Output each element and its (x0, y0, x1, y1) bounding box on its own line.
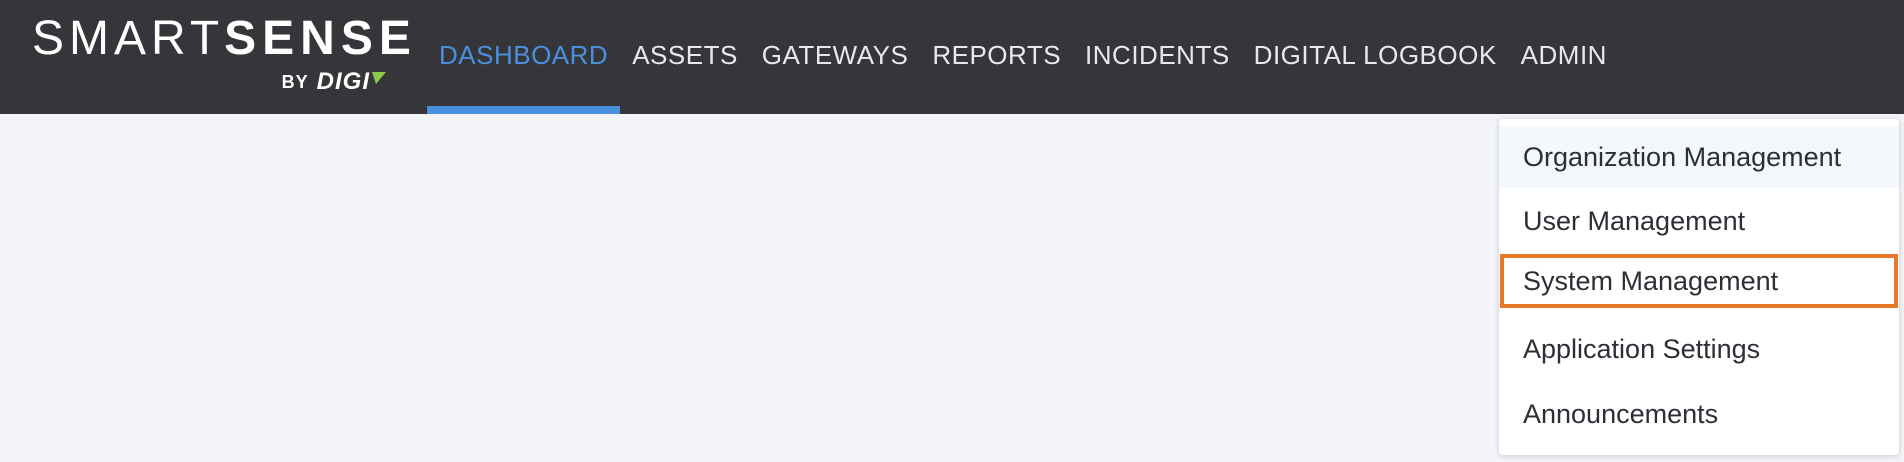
nav-digital-logbook-label: DIGITAL LOGBOOK (1253, 40, 1497, 70)
nav-gateways-label: GATEWAYS (761, 40, 909, 70)
main-nav: DASHBOARD ASSETS GATEWAYS REPORTS INCIDE… (427, 0, 1619, 114)
logo-by-digi: BY DIGI (282, 68, 386, 96)
menu-item-announcements[interactable]: Announcements (1499, 383, 1899, 445)
logo-by-text: BY (281, 71, 309, 92)
menu-item-application-settings[interactable]: Application Settings (1499, 318, 1899, 380)
menu-item-user-management[interactable]: User Management (1499, 190, 1899, 252)
menu-item-organization-management[interactable]: Organization Management (1499, 126, 1899, 188)
nav-assets[interactable]: ASSETS (620, 0, 750, 114)
smartsense-logo[interactable]: SMARTSENSE BY DIGI (32, 14, 411, 96)
admin-dropdown-menu: Organization Management User Management … (1499, 119, 1899, 455)
logo-wordmark: SMARTSENSE (32, 14, 417, 64)
logo-digi-text: DIGI (316, 68, 370, 95)
nav-dashboard-label: DASHBOARD (439, 40, 609, 70)
nav-admin[interactable]: ADMIN (1509, 0, 1619, 114)
nav-incidents-label: INCIDENTS (1085, 40, 1230, 70)
nav-assets-label: ASSETS (632, 40, 738, 70)
logo-word-smart: SMART (32, 12, 225, 65)
digi-mark-icon (372, 72, 386, 84)
nav-dashboard[interactable]: DASHBOARD (427, 0, 621, 114)
logo-word-sense: SENSE (224, 12, 417, 65)
nav-admin-label: ADMIN (1520, 40, 1607, 70)
nav-reports-label: REPORTS (932, 40, 1062, 70)
top-navigation-bar: SMARTSENSE BY DIGI DASHBOARD ASSETS GATE… (0, 0, 1904, 114)
nav-incidents[interactable]: INCIDENTS (1073, 0, 1242, 114)
nav-reports[interactable]: REPORTS (920, 0, 1073, 114)
menu-item-system-management[interactable]: System Management (1500, 254, 1898, 308)
nav-digital-logbook[interactable]: DIGITAL LOGBOOK (1242, 0, 1509, 114)
nav-gateways[interactable]: GATEWAYS (750, 0, 921, 114)
